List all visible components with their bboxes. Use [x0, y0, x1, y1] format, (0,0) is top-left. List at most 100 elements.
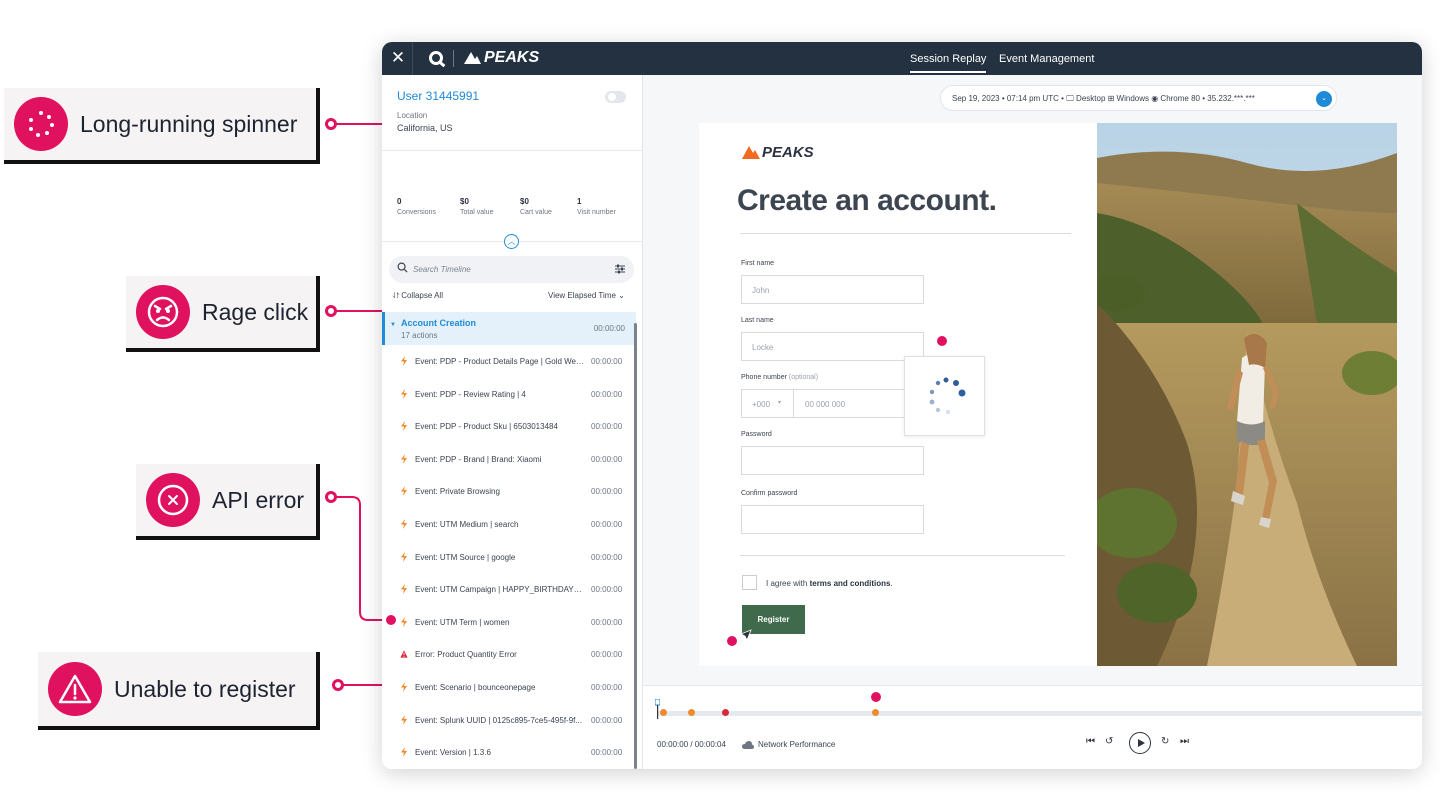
divider [740, 555, 1065, 556]
confirm-password-field[interactable] [741, 505, 924, 534]
placeholder: 00 000 000 [805, 400, 846, 409]
playback-timeline: 00:00:00 / 00:00:04 Network Performance … [643, 685, 1422, 769]
skip-to-end-icon[interactable]: ⏭ [1180, 736, 1189, 747]
x-circle-icon [146, 473, 200, 527]
stat-label: Cart value [520, 209, 552, 216]
tab-event-management[interactable]: Event Management [999, 53, 1094, 65]
phone-number-label: Phone number (optional) [741, 374, 818, 381]
connector-target-dot [386, 615, 396, 625]
view-elapsed-time-dropdown[interactable]: View Elapsed Time ⌄ [548, 291, 625, 300]
event-label: Event: PDP - Product Details Page | Gold… [415, 357, 585, 366]
password-field[interactable] [741, 446, 924, 475]
toggle-switch[interactable] [605, 91, 626, 103]
lightning-icon [401, 616, 407, 627]
timeline-event-row[interactable]: Event: Version | 1.3.6 00:00:00 [382, 736, 632, 768]
user-name-link[interactable]: User 31445991 [397, 89, 479, 103]
connector-end-dot [325, 118, 337, 130]
close-button[interactable]: ✕ [389, 48, 407, 68]
warning-triangle-icon [400, 650, 408, 658]
timeline-event-row[interactable]: Event: Splunk UUID | 0125c895-7ce5-495f-… [382, 704, 632, 736]
agree-prefix: I agree with [766, 579, 810, 588]
sidebar: User 31445991 Location California, US 0 C… [382, 75, 643, 769]
timeline-marker[interactable] [687, 709, 695, 716]
rewind-icon[interactable]: ↺ [1105, 736, 1113, 747]
app-logo-icon [429, 51, 443, 65]
timeline-event-row[interactable]: Event: UTM Campaign | HAPPY_BIRTHDAY_PRO… [382, 573, 632, 605]
callout-rage-click: Rage click [126, 276, 320, 352]
timeline-track[interactable] [657, 711, 1422, 716]
lightning-icon [401, 356, 407, 366]
stat-value: $0 [520, 197, 529, 206]
chevron-down-icon[interactable]: ⌄ [1316, 91, 1332, 107]
tab-session-replay[interactable]: Session Replay [910, 53, 987, 73]
group-subtitle: 17 actions [401, 331, 438, 340]
timeline-event-row[interactable]: Event: Private Browsing 00:00:00 [382, 475, 632, 507]
timeline-marker[interactable] [659, 709, 667, 716]
collapse-icon: ⥯ [393, 291, 402, 300]
timeline-error-row[interactable]: Error: Product Quantity Error 00:00:00 [382, 638, 632, 670]
event-time: 00:00:00 [591, 683, 623, 692]
timeline-event-row[interactable]: Event: UTM Source | google 00:00:00 [382, 541, 632, 573]
timeline-group-account-creation[interactable]: ▼ Account Creation 17 actions 00:00:00 [382, 312, 636, 345]
event-label: Event: PDP - Review Rating | 4 [415, 389, 526, 399]
divider [382, 150, 642, 151]
mouse-cursor-icon [740, 629, 752, 641]
replay-viewport: Sep 19, 2023 • 07:14 pm UTC • 🖵 Desktop … [643, 75, 1422, 769]
timeline-event-row[interactable]: Event: PDP - Product Sku | 6503013484 00:… [382, 410, 632, 442]
brand-logo: PEAKS [464, 49, 539, 67]
event-time: 00:00:00 [591, 454, 623, 464]
event-label: Event: Scenario | bounceonepage [415, 683, 536, 692]
page-heading: Create an account. [737, 184, 997, 217]
timeline-event-row[interactable]: Event: UTM Term | women 00:00:00 [382, 606, 632, 638]
event-label: Event: Version | 1.3.6 [415, 748, 491, 758]
timeline-event-row[interactable]: Event: PDP - Brand | Brand: Xiaomi 00:00:… [382, 443, 632, 475]
scrollbar[interactable] [634, 323, 637, 769]
lightning-icon [401, 388, 407, 399]
event-time: 00:00:00 [591, 422, 623, 432]
optional-tag: (optional) [788, 374, 819, 381]
event-label: Event: UTM Source | google [415, 552, 516, 562]
placeholder: Locke [752, 343, 774, 352]
lightning-icon [401, 421, 407, 432]
event-time: 00:00:00 [591, 748, 623, 758]
terms-text: I agree with terms and conditions. [766, 579, 893, 588]
lightning-icon [401, 682, 407, 692]
fast-forward-icon[interactable]: ↻ [1161, 736, 1169, 747]
stat-value: $0 [460, 197, 469, 206]
terms-checkbox[interactable] [742, 575, 757, 590]
cloud-icon [742, 740, 754, 749]
first-name-field[interactable]: John [741, 275, 924, 304]
search-placeholder: Search Timeline [413, 265, 471, 274]
search-timeline-input[interactable]: Search Timeline [389, 256, 634, 283]
play-button[interactable] [1129, 732, 1151, 754]
timeline-event-row[interactable]: Event: UTM Medium | search 00:00:00 [382, 508, 632, 540]
timeline-event-row[interactable]: Event: PDP - Review Rating | 4 00:00:00 [382, 378, 632, 410]
terms-link[interactable]: terms and conditions [810, 579, 891, 588]
country-code-select[interactable]: +000 ▾ [742, 390, 794, 417]
callout-label: Rage click [202, 298, 309, 325]
network-performance-button[interactable]: Network Performance [742, 740, 835, 749]
filter-sliders-icon[interactable] [614, 263, 626, 275]
callout-api-error: API error [136, 464, 320, 540]
callout-unable-to-register: Unable to register [38, 652, 320, 730]
group-title: Account Creation [401, 318, 477, 328]
divider [453, 50, 454, 67]
event-time: 00:00:00 [591, 585, 623, 595]
timeline-marker[interactable] [871, 709, 879, 716]
timeline-event-row[interactable]: Event: Scenario | bounceonepage 00:00:00 [382, 671, 632, 703]
connector-end-dot [325, 305, 337, 317]
last-name-field[interactable]: Locke [741, 332, 924, 361]
event-label: Event: UTM Term | women [415, 617, 510, 627]
phone-number-field[interactable]: +000 ▾ 00 000 000 [741, 389, 924, 418]
stat-visit-number: 1 Visit number [577, 197, 616, 216]
collapse-all-button[interactable]: ⥯ Collapse All [393, 291, 443, 301]
confirm-password-label: Confirm password [741, 490, 798, 497]
agree-suffix: . [890, 579, 893, 588]
chevron-up-icon[interactable]: ︿ [504, 234, 519, 249]
playhead-icon[interactable] [655, 699, 660, 719]
spinner-icon [929, 377, 966, 414]
skip-to-start-icon[interactable]: ⏮ [1086, 736, 1095, 747]
timeline-event-row[interactable]: Event: PDP - Product Details Page | Gold… [382, 345, 632, 377]
connector-target-dot [871, 692, 881, 702]
mountain-icon [464, 52, 481, 64]
